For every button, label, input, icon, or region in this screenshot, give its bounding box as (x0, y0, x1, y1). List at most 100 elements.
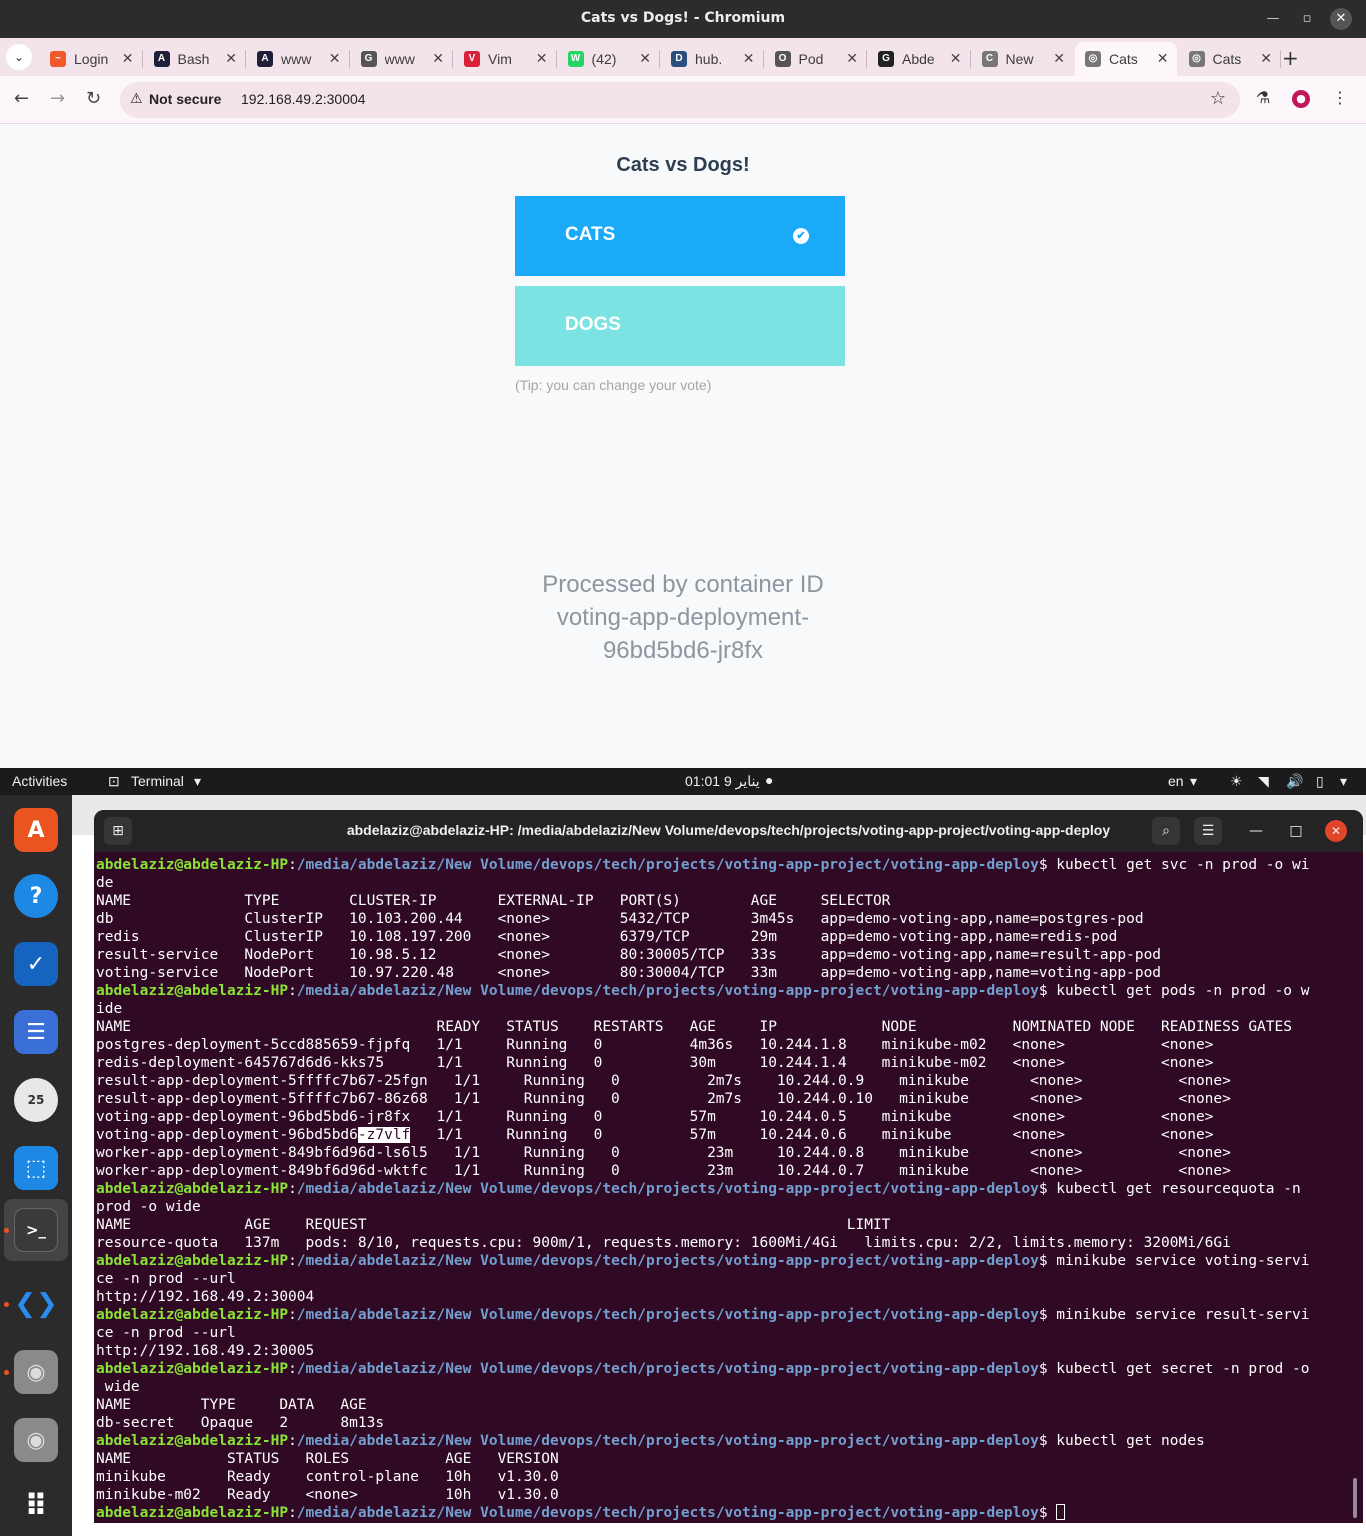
tab-7[interactable]: O Pod ✕ (765, 42, 867, 76)
terminal-line: wide (96, 1379, 140, 1395)
prompt-path: /media/abdelaziz/New Volume/devops/tech/… (296, 1505, 1039, 1521)
tab-favicon-icon: ~ (50, 51, 66, 67)
hamburger-menu-icon[interactable]: ☰ (1194, 817, 1222, 845)
selected-text[interactable]: -z7vlf (357, 1127, 411, 1143)
tab-close-icon[interactable]: ✕ (743, 50, 755, 67)
brightness-icon[interactable]: ☀ (1230, 773, 1243, 790)
terminal-line: abdelaziz@abdelaziz-HP:/media/abdelaziz/… (96, 1432, 1352, 1450)
tab-label: Bash (177, 51, 210, 67)
terminal-output[interactable]: abdelaziz@abdelaziz-HP:/media/abdelaziz/… (96, 856, 1352, 1521)
vote-dogs-button[interactable]: DOGS (515, 286, 845, 366)
help-icon[interactable]: ? (14, 874, 58, 918)
tab-close-icon[interactable]: ✕ (1053, 50, 1065, 67)
tab-0[interactable]: ~ Login ✕ (40, 42, 143, 76)
prompt-user: abdelaziz@abdelaziz-HP (96, 1181, 289, 1197)
processed-line-3: 96bd5bd6-jr8fx (602, 637, 764, 664)
new-tab-button[interactable]: + (1282, 46, 1299, 70)
url-text[interactable]: 192.168.49.2:30004 (241, 91, 366, 107)
disk-icon-2[interactable]: ◉ (14, 1418, 58, 1462)
todo-icon[interactable]: ✓ (14, 942, 58, 986)
app-center-icon[interactable]: A (14, 808, 58, 852)
terminal-line: result-app-deployment-5ffffc7b67-25fgn 1… (96, 1073, 1231, 1089)
command-text: minikube service voting-servi (1047, 1253, 1310, 1269)
close-icon[interactable]: ✕ (1330, 8, 1352, 30)
wifi-icon[interactable]: ◥ (1258, 773, 1269, 790)
show-apps-icon[interactable]: ⠿ (14, 1484, 58, 1528)
screenshot-icon[interactable]: ⬚ (14, 1146, 58, 1190)
tab-separator (141, 50, 143, 68)
labs-flask-icon[interactable]: ⚗ (1256, 88, 1270, 107)
prompt-colon: : (288, 1505, 297, 1521)
profile-avatar-icon[interactable]: ● (1292, 90, 1310, 108)
tab-close-icon[interactable]: ✕ (122, 50, 134, 67)
volume-icon[interactable]: 🔊 (1286, 773, 1303, 790)
terminal-line: http://192.168.49.2:30004 (96, 1289, 315, 1305)
system-menu-chevron-icon[interactable]: ▾ (1340, 773, 1347, 790)
terminal-line: result-app-deployment-5ffffc7b67-86z68 1… (96, 1091, 1231, 1107)
tab-close-icon[interactable]: ✕ (1157, 50, 1169, 67)
minimize-icon[interactable]: — (1242, 817, 1270, 845)
tab-5[interactable]: W (42) ✕ (558, 42, 660, 76)
terminal-line: abdelaziz@abdelaziz-HP:/media/abdelaziz/… (96, 1180, 1352, 1198)
browser-titlebar: Cats vs Dogs! - Chromium — ▫ ✕ (0, 0, 1366, 38)
tab-1[interactable]: A Bash ✕ (144, 42, 246, 76)
command-text: kubectl get resourcequota -n (1047, 1181, 1301, 1197)
tab-close-icon[interactable]: ✕ (639, 50, 651, 67)
tip-text: (Tip: you can change your vote) (515, 377, 712, 393)
close-icon[interactable]: ✕ (1325, 820, 1347, 842)
back-icon[interactable]: ← (14, 88, 29, 109)
tab-close-icon[interactable]: ✕ (432, 50, 444, 67)
terminal-line: voting-service NodePort 10.97.220.48 <no… (96, 965, 1162, 981)
tab-11[interactable]: ◎ Cats ✕ (1179, 42, 1281, 76)
tab-9[interactable]: C New ✕ (972, 42, 1074, 76)
reload-icon[interactable]: ↻ (86, 88, 101, 109)
terminal-line: prod -o wide (96, 1199, 201, 1215)
vote-dogs-label: DOGS (565, 314, 621, 335)
prompt-user: abdelaziz@abdelaziz-HP (96, 1307, 289, 1323)
tab-8[interactable]: G Abde ✕ (868, 42, 971, 76)
tab-close-icon[interactable]: ✕ (846, 50, 858, 67)
vscode-icon[interactable]: ❮❯ (14, 1282, 58, 1326)
disk-icon[interactable]: ◉ (14, 1350, 58, 1394)
language-chevron-icon[interactable]: ▾ (1190, 773, 1197, 790)
tab-close-icon[interactable]: ✕ (950, 50, 962, 67)
checklist-icon[interactable]: ☰ (14, 1010, 58, 1054)
container-id-info: Processed by container ID voting-app-dep… (0, 568, 1366, 667)
tab-search-icon[interactable]: ⌄ (6, 44, 32, 70)
chevron-down-icon[interactable]: ▾ (194, 773, 201, 790)
language-indicator[interactable]: en (1168, 773, 1184, 789)
vote-cats-label: CATS (565, 224, 616, 245)
security-label[interactable]: Not secure (149, 91, 221, 107)
forward-icon[interactable]: → (50, 88, 65, 109)
tab-close-icon[interactable]: ✕ (1260, 50, 1272, 67)
prompt-symbol: $ (1038, 857, 1048, 873)
search-icon[interactable]: ⌕ (1152, 817, 1180, 845)
voting-app-page: Cats vs Dogs! CATS ✔ DOGS (Tip: you can … (0, 124, 1366, 768)
address-bar[interactable]: ⚠ Not secure 192.168.49.2:30004 ☆ (120, 82, 1240, 118)
vote-cats-button[interactable]: CATS ✔ (515, 196, 845, 276)
menu-kebab-icon[interactable]: ⋮ (1332, 88, 1348, 107)
browser-window: Cats vs Dogs! - Chromium — ▫ ✕ ⌄ ~ Login ✕… (0, 0, 1366, 768)
tab-10[interactable]: ◎ Cats ✕ (1075, 42, 1177, 76)
tab-3[interactable]: Gwww ✕ (351, 42, 453, 76)
running-indicator (4, 1370, 9, 1375)
bookmark-star-icon[interactable]: ☆ (1210, 88, 1226, 109)
tab-close-icon[interactable]: ✕ (329, 50, 341, 67)
minimize-icon[interactable]: — (1262, 8, 1284, 30)
tab-close-icon[interactable]: ✕ (536, 50, 548, 67)
terminal-scrollbar[interactable] (1353, 1478, 1357, 1518)
maximize-icon[interactable]: ▫ (1296, 8, 1318, 30)
terminal-icon[interactable]: >_ (14, 1208, 58, 1252)
tab-6[interactable]: Dhub. ✕ (661, 42, 764, 76)
tab-4[interactable]: V Vim ✕ (454, 42, 557, 76)
timer-icon[interactable]: 25 (14, 1078, 58, 1122)
app-menu-label[interactable]: Terminal (131, 773, 184, 789)
tab-label: hub. (695, 51, 723, 67)
maximize-icon[interactable]: □ (1282, 817, 1310, 845)
battery-icon[interactable]: ▯ (1316, 773, 1324, 790)
tab-close-icon[interactable]: ✕ (225, 50, 237, 67)
tab-2[interactable]: Awww ✕ (247, 42, 350, 76)
terminal-line: ce -n prod --url (96, 1325, 236, 1341)
clock[interactable]: 01:01 يناير 9 (685, 773, 760, 790)
activities-button[interactable]: Activities (12, 773, 67, 789)
